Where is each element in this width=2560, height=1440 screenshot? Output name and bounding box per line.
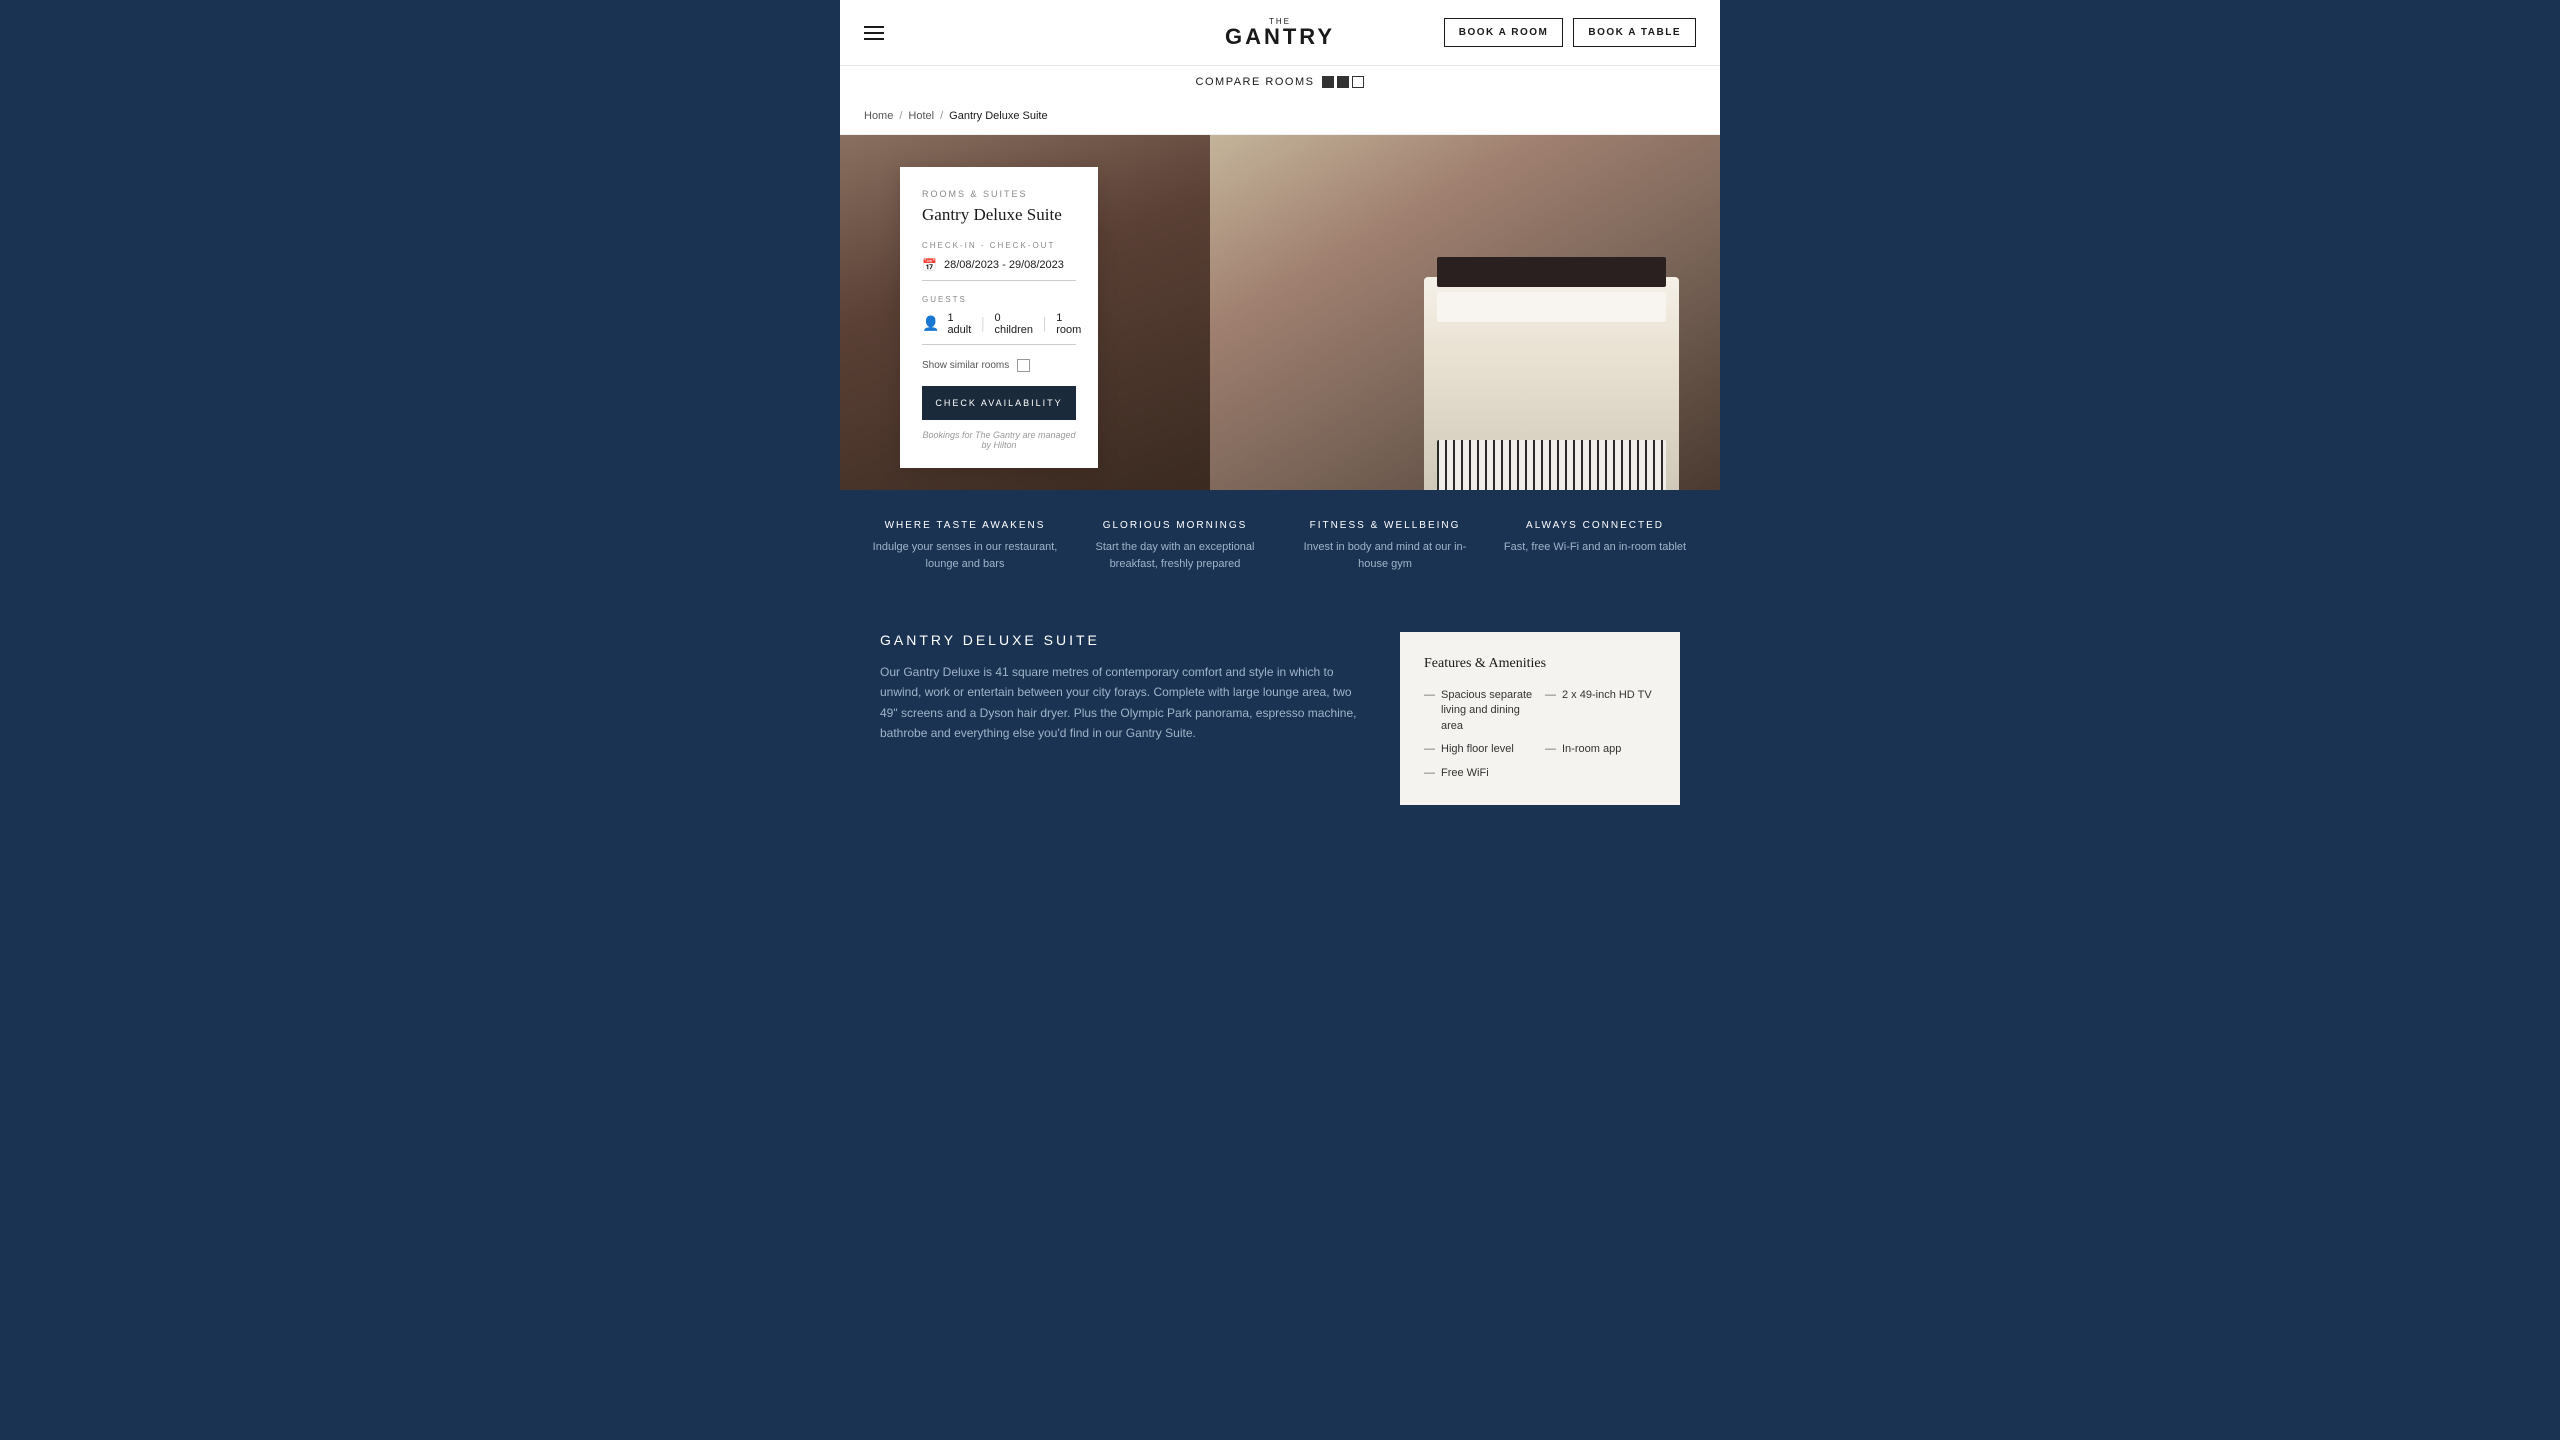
room-info: GANTRY DELUXE SUITE Our Gantry Deluxe is… <box>880 632 1370 744</box>
compare-square-1[interactable] <box>1322 76 1334 88</box>
feature-taste-desc: Indulge your senses in our restaurant, l… <box>870 539 1060 572</box>
logo-main: GANTRY <box>1225 26 1335 48</box>
feature-taste: WHERE TASTE AWAKENS Indulge your senses … <box>860 520 1070 572</box>
check-availability-button[interactable]: CHECK AVAILABILITY <box>922 386 1076 420</box>
book-table-button[interactable]: BOOK A TABLE <box>1573 18 1696 47</box>
features-bar: WHERE TASTE AWAKENS Indulge your senses … <box>840 490 1720 602</box>
amenity-wifi: — Free WiFi <box>1424 766 1535 781</box>
room-info-title: GANTRY DELUXE SUITE <box>880 632 1370 648</box>
hamburger-menu-icon[interactable] <box>864 26 884 40</box>
header: THE GANTRY BOOK A ROOM BOOK A TABLE <box>840 0 1720 65</box>
calendar-icon: 📅 <box>922 258 936 272</box>
amenities-card: Features & Amenities — Spacious separate… <box>1400 632 1680 805</box>
hero-section: ROOMS & SUITES Gantry Deluxe Suite CHECK… <box>840 135 1720 490</box>
booking-card: ROOMS & SUITES Gantry Deluxe Suite CHECK… <box>900 167 1098 468</box>
lower-section: GANTRY DELUXE SUITE Our Gantry Deluxe is… <box>840 602 1720 835</box>
similar-rooms-checkbox[interactable] <box>1017 359 1030 372</box>
compare-square-2[interactable] <box>1337 76 1349 88</box>
amenity-floor: — High floor level <box>1424 742 1535 757</box>
compare-squares <box>1322 76 1364 88</box>
guests-field[interactable]: 👤 1 adult | 0 children | 1 room <box>922 312 1076 345</box>
amenity-tv: — 2 x 49-inch HD TV <box>1545 688 1656 734</box>
feature-mornings: GLORIOUS MORNINGS Start the day with an … <box>1070 520 1280 572</box>
guests-divider-1: | <box>981 315 984 333</box>
date-value: 28/08/2023 - 29/08/2023 <box>944 259 1064 271</box>
room-info-desc: Our Gantry Deluxe is 41 square metres of… <box>880 662 1370 744</box>
amenity-living: — Spacious separate living and dining ar… <box>1424 688 1535 734</box>
feature-taste-title: WHERE TASTE AWAKENS <box>870 520 1060 531</box>
hero-panel-right <box>1210 135 1720 490</box>
feature-connected-title: ALWAYS CONNECTED <box>1500 520 1690 531</box>
card-note: Bookings for The Gantry are managed by H… <box>922 430 1076 450</box>
amenities-title: Features & Amenities <box>1424 656 1656 672</box>
similar-row: Show similar rooms <box>922 359 1076 372</box>
guests-label: GUESTS <box>922 295 1076 304</box>
compare-square-3[interactable] <box>1352 76 1364 88</box>
feature-connected-desc: Fast, free Wi-Fi and an in-room tablet <box>1500 539 1690 556</box>
card-title: Gantry Deluxe Suite <box>922 205 1076 225</box>
similar-label: Show similar rooms <box>922 360 1009 371</box>
feature-mornings-desc: Start the day with an exceptional breakf… <box>1080 539 1270 572</box>
breadcrumb-current: Gantry Deluxe Suite <box>949 110 1047 122</box>
breadcrumb-home[interactable]: Home <box>864 110 893 122</box>
compare-label: COMPARE ROOMS <box>1196 76 1315 88</box>
breadcrumb: Home / Hotel / Gantry Deluxe Suite <box>840 98 1720 135</box>
feature-mornings-title: GLORIOUS MORNINGS <box>1080 520 1270 531</box>
feature-connected: ALWAYS CONNECTED Fast, free Wi-Fi and an… <box>1490 520 1700 572</box>
header-left <box>864 26 884 40</box>
amenity-app: — In-room app <box>1545 742 1656 757</box>
breadcrumb-sep2: / <box>940 110 943 122</box>
header-buttons: BOOK A ROOM BOOK A TABLE <box>1444 18 1696 47</box>
bed-headboard <box>1437 257 1667 287</box>
breadcrumb-sep1: / <box>899 110 902 122</box>
bed-pillows <box>1437 292 1667 322</box>
bed-cover <box>1437 440 1667 490</box>
amenities-grid: — Spacious separate living and dining ar… <box>1424 688 1656 781</box>
guests-children: 0 children <box>994 312 1033 336</box>
guests-adults: 1 adult <box>947 312 971 336</box>
book-room-button[interactable]: BOOK A ROOM <box>1444 18 1564 47</box>
person-icon: 👤 <box>922 316 939 333</box>
compare-bar: COMPARE ROOMS <box>840 65 1720 98</box>
checkin-label: CHECK-IN - CHECK-OUT <box>922 241 1076 250</box>
feature-fitness-desc: Invest in body and mind at our in-house … <box>1290 539 1480 572</box>
breadcrumb-hotel[interactable]: Hotel <box>908 110 934 122</box>
guests-room: 1 room <box>1056 312 1081 336</box>
card-category: ROOMS & SUITES <box>922 189 1076 199</box>
logo[interactable]: THE GANTRY <box>1225 17 1335 48</box>
bed-visual <box>1424 277 1679 490</box>
feature-fitness-title: FITNESS & WELLBEING <box>1290 520 1480 531</box>
date-field[interactable]: 📅 28/08/2023 - 29/08/2023 <box>922 258 1076 281</box>
feature-fitness: FITNESS & WELLBEING Invest in body and m… <box>1280 520 1490 572</box>
guests-divider-2: | <box>1043 315 1046 333</box>
